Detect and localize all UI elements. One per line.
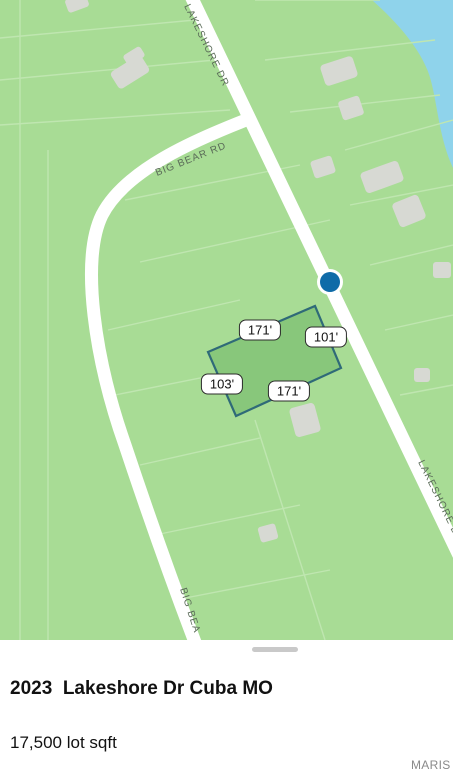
listing-sheet: 2023 Lakeshore Dr Cuba MO 17,500 lot sqf… (0, 640, 453, 772)
lot-dimension-bottom: 171' (267, 380, 311, 402)
location-pin[interactable] (320, 272, 340, 292)
watermark: MARIS (411, 758, 451, 772)
lot-dimension-right: 101' (304, 326, 348, 348)
lot-size: 17,500 lot sqft (10, 733, 117, 752)
drag-handle[interactable] (252, 647, 298, 652)
listing-address: 2023 Lakeshore Dr Cuba MO (10, 678, 273, 699)
lot-dimension-left: 103' (200, 373, 244, 395)
land-area (0, 0, 453, 640)
lot-dimension-top: 171' (238, 319, 282, 341)
map-canvas[interactable]: LAKESHORE DR LAKESHORE D BIG BEAR RD BIG… (0, 0, 453, 640)
map-view[interactable]: LAKESHORE DR LAKESHORE D BIG BEAR RD BIG… (0, 0, 453, 640)
